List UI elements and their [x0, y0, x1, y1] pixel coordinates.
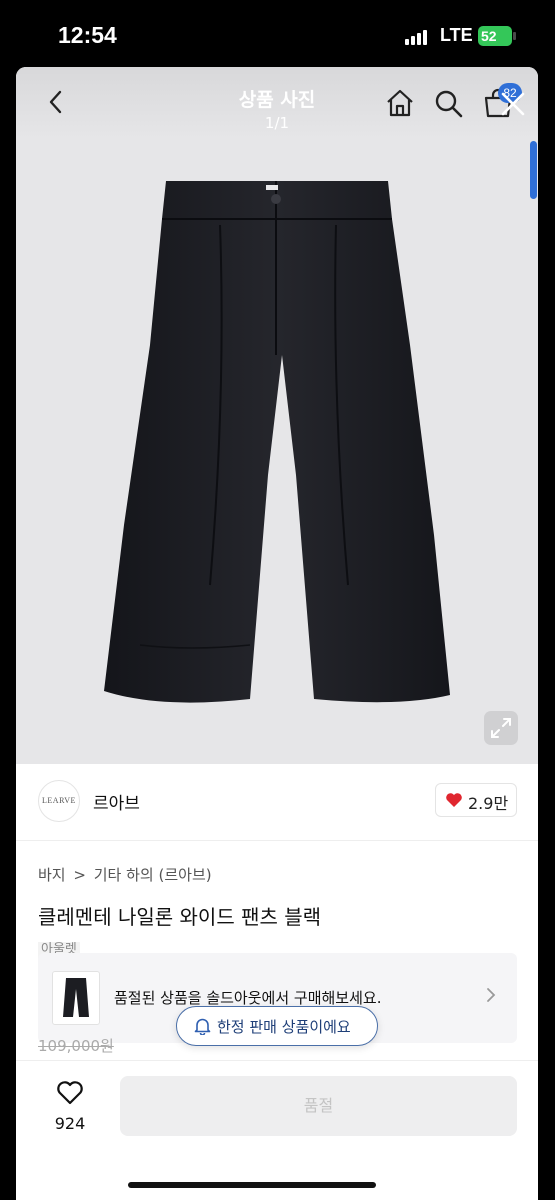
- breadcrumb-separator: >: [73, 866, 86, 884]
- wishlist-button[interactable]: 924: [44, 1077, 96, 1137]
- heart-outline-icon: [57, 1081, 83, 1105]
- battery-level: 52: [481, 28, 497, 44]
- bell-icon: [194, 1018, 211, 1035]
- brand-name[interactable]: 르아브: [93, 789, 140, 814]
- bottom-action-bar: 924 품절: [16, 1060, 538, 1171]
- battery-tip: [513, 32, 516, 40]
- brand-row[interactable]: LEARVE 르아브 2.9만: [16, 764, 538, 841]
- tooltip-text: 한정 판매 상품이에요: [217, 1018, 351, 1036]
- product-image: [104, 181, 450, 703]
- banner-thumbnail: [52, 971, 100, 1025]
- status-time: 12:54: [58, 22, 117, 48]
- expand-button[interactable]: [484, 711, 518, 745]
- cellular-signal-icon: [405, 30, 427, 45]
- battery-icon: 52: [478, 26, 512, 46]
- product-sheet: 상품 사진 1/1 82 LEARVE 르아브 2.9만 바지 > 기타 하의 …: [16, 67, 538, 1200]
- chevron-right-icon: [487, 988, 496, 1002]
- home-icon[interactable]: [384, 87, 416, 119]
- close-icon[interactable]: [500, 91, 526, 117]
- original-price: 109,000원: [38, 1037, 114, 1055]
- sold-out-button[interactable]: 품절: [120, 1076, 517, 1136]
- expand-icon: [491, 718, 511, 738]
- breadcrumb-item-subcategory[interactable]: 기타 하의 (르아브): [94, 866, 212, 884]
- breadcrumb: 바지 > 기타 하의 (르아브): [38, 864, 215, 885]
- heart-icon: [446, 793, 462, 807]
- search-icon[interactable]: [434, 89, 464, 119]
- wishlist-count: 924: [54, 1114, 86, 1133]
- brand-like-count: 2.9만: [468, 794, 509, 813]
- breadcrumb-item-category[interactable]: 바지: [38, 866, 66, 884]
- brand-like-button[interactable]: 2.9만: [435, 783, 517, 817]
- home-indicator: [128, 1182, 376, 1188]
- product-title: 클레멘테 나일론 와이드 팬츠 블랙: [38, 905, 322, 929]
- soldout-banner-text: 품절된 상품을 솔드아웃에서 구매해보세요.: [114, 989, 382, 1007]
- network-type: LTE: [440, 25, 473, 45]
- scroll-indicator: [530, 141, 537, 199]
- limited-edition-tooltip: 한정 판매 상품이에요: [176, 1006, 378, 1046]
- status-bar: 12:54 LTE 52: [0, 0, 555, 70]
- product-photo-viewer[interactable]: 상품 사진 1/1 82: [16, 67, 538, 764]
- brand-logo[interactable]: LEARVE: [38, 780, 80, 822]
